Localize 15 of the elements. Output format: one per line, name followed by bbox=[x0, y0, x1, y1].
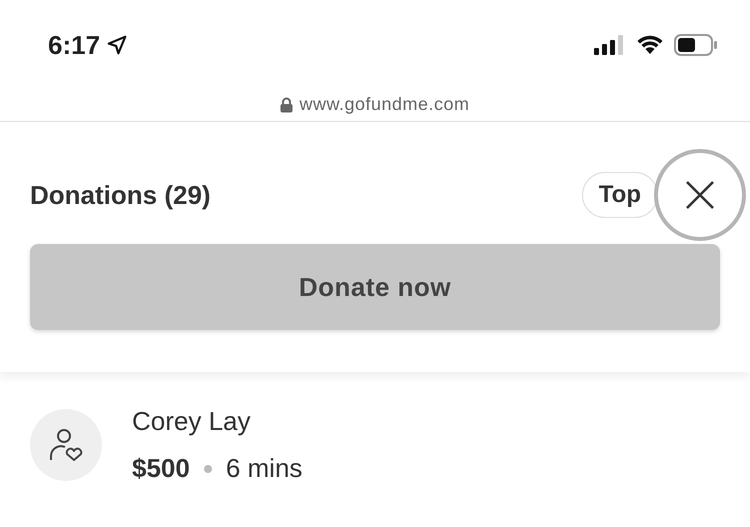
lock-icon bbox=[280, 96, 294, 112]
person-heart-icon bbox=[47, 426, 85, 464]
donation-time: 6 mins bbox=[226, 452, 302, 485]
location-arrow-icon bbox=[106, 34, 128, 56]
donation-amount: $500 bbox=[132, 452, 190, 485]
clock-time: 6:17 bbox=[48, 28, 100, 62]
sort-button[interactable]: Top bbox=[582, 172, 658, 218]
battery-icon bbox=[674, 34, 718, 56]
donations-title: Donations (29) bbox=[30, 178, 211, 212]
wifi-icon bbox=[636, 35, 664, 55]
close-icon bbox=[685, 180, 715, 210]
donor-name: Corey Lay bbox=[132, 405, 252, 438]
donate-now-button[interactable]: Donate now bbox=[30, 244, 720, 330]
signal-icon bbox=[594, 35, 626, 55]
url-text[interactable]: www.gofundme.com bbox=[299, 91, 470, 118]
